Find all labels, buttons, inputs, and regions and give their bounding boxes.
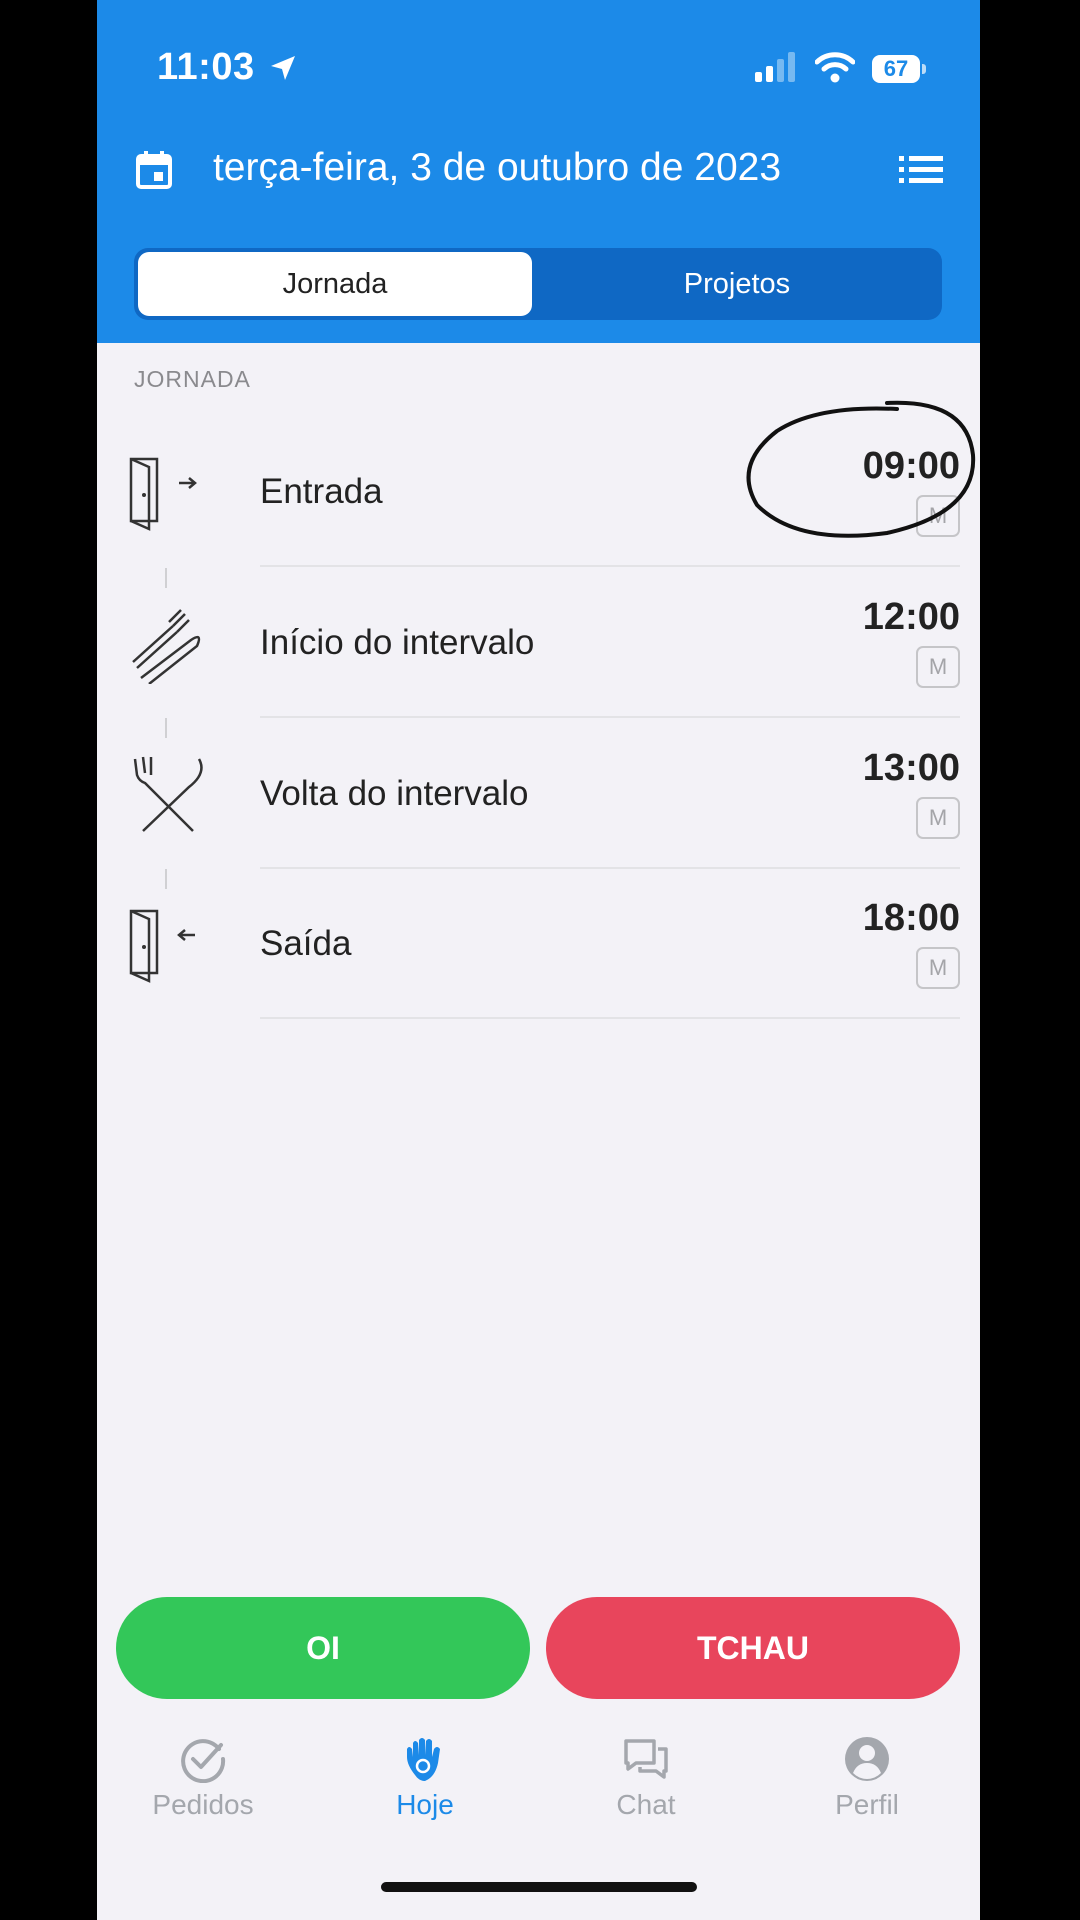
tab-label: Pedidos	[152, 1789, 254, 1820]
oi-button[interactable]: OI	[116, 1597, 530, 1699]
manual-badge: M	[916, 797, 960, 839]
tab-projetos[interactable]: Projetos	[536, 252, 938, 316]
crossed-fork-knife-icon	[133, 756, 203, 832]
entry-label: Volta do intervalo	[260, 774, 529, 813]
cellular-signal-icon	[755, 52, 795, 82]
entry-time: 13:00	[862, 747, 960, 789]
tab-label: Chat	[616, 1789, 676, 1820]
list-menu-icon[interactable]	[899, 154, 943, 186]
tabbar-item-hoje[interactable]: Hoje	[325, 1735, 525, 1821]
battery-level: 67	[872, 55, 920, 83]
entry-row-saida[interactable]: Saída 18:00 M	[97, 869, 980, 1019]
entry-time: 12:00	[862, 596, 960, 638]
manual-badge: M	[916, 947, 960, 989]
tab-jornada[interactable]: Jornada	[138, 252, 532, 316]
manual-badge: M	[916, 646, 960, 688]
door-enter-icon	[129, 457, 197, 531]
home-indicator[interactable]	[381, 1882, 697, 1892]
segmented-control: Jornada Projetos	[134, 248, 942, 320]
tab-label: Hoje	[396, 1789, 454, 1820]
tabbar-item-chat[interactable]: Chat	[546, 1735, 746, 1821]
date-title[interactable]: terça-feira, 3 de outubro de 2023	[197, 146, 797, 190]
entry-label: Entrada	[260, 472, 383, 511]
status-time: 11:03	[157, 46, 255, 88]
user-profile-icon	[845, 1737, 889, 1781]
location-arrow-icon	[271, 56, 295, 80]
tabbar-item-pedidos[interactable]: Pedidos	[103, 1735, 303, 1821]
battery-indicator: 67	[872, 55, 928, 85]
entry-time: 18:00	[862, 897, 960, 939]
tchau-button[interactable]: TCHAU	[546, 1597, 960, 1699]
handdrawn-circle-annotation	[746, 400, 976, 538]
tab-label: Perfil	[835, 1789, 899, 1820]
entry-row-volta-intervalo[interactable]: Volta do intervalo 13:00 M	[97, 719, 980, 869]
entry-label: Início do intervalo	[260, 623, 535, 662]
app-screen: 11:03 67 terça-feira, 3 de outubro de 20…	[97, 0, 980, 1920]
tabbar-item-perfil[interactable]: Perfil	[767, 1735, 967, 1821]
calendar-icon[interactable]	[135, 150, 173, 190]
entry-row-inicio-intervalo[interactable]: Início do intervalo 12:00 M	[97, 568, 980, 718]
entry-label: Saída	[260, 924, 352, 963]
hand-icon	[407, 1738, 440, 1781]
wifi-icon	[815, 52, 855, 83]
chat-bubbles-icon	[624, 1739, 668, 1779]
door-exit-icon	[129, 909, 195, 983]
section-label: JORNADA	[134, 366, 251, 392]
check-circle-icon	[181, 1739, 226, 1783]
fork-knife-icon	[132, 609, 201, 684]
